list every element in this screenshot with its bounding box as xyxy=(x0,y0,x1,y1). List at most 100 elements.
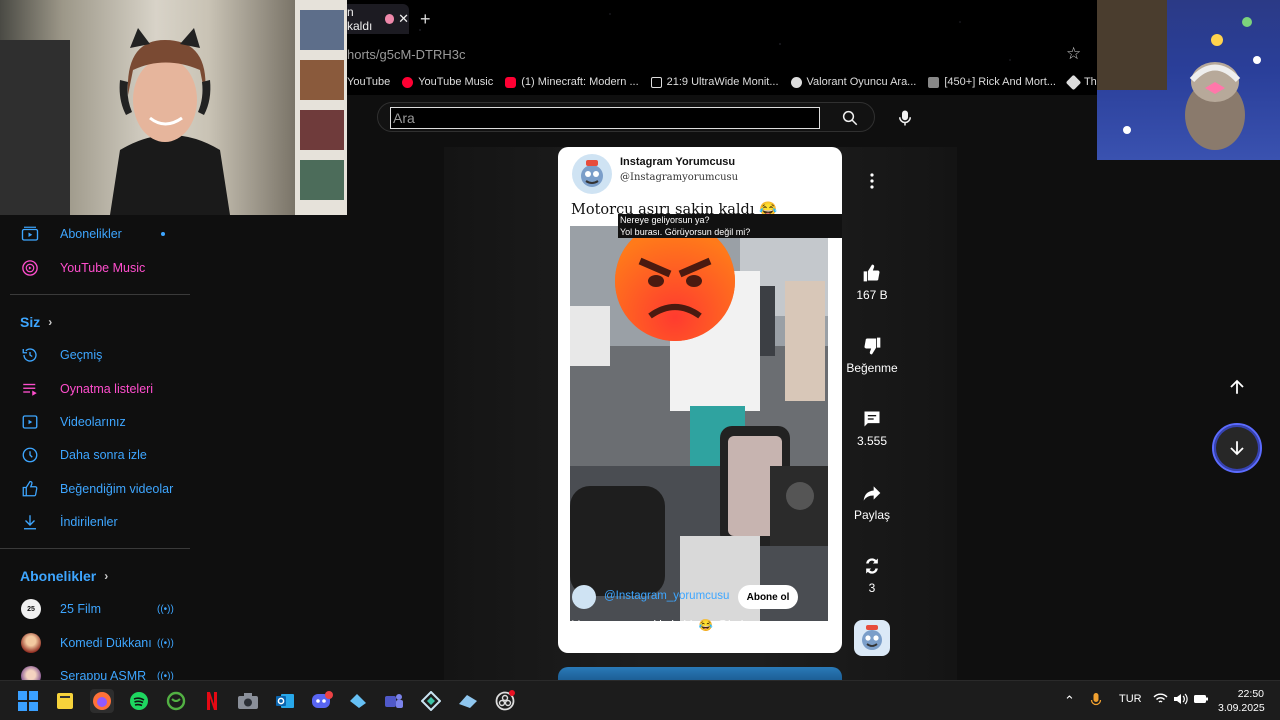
section-title: Siz xyxy=(20,314,41,330)
language-indicator[interactable]: TUR xyxy=(1119,693,1142,705)
watch-later-icon xyxy=(21,446,39,464)
bookmark-label: [450+] Rick And Mort... xyxy=(944,76,1056,88)
sidebar-item-watch-later[interactable]: Daha sonra izle xyxy=(0,438,190,472)
channel-name: Komedi Dükkanı xyxy=(60,636,152,650)
spotify-icon[interactable] xyxy=(127,689,151,713)
obs-icon[interactable] xyxy=(493,689,517,713)
channel-item[interactable]: Serappu ASMR ((•)) xyxy=(0,659,190,680)
outlook-icon[interactable] xyxy=(273,689,297,713)
remix-button[interactable]: 3 xyxy=(846,551,898,595)
your-videos-icon xyxy=(21,413,39,431)
sidebar-section-subscriptions[interactable]: Abonelikler › xyxy=(20,568,108,584)
sidebar-item-label: YouTube Music xyxy=(60,261,146,275)
chevron-right-icon: › xyxy=(48,315,53,329)
live-icon: ((•)) xyxy=(157,637,174,649)
bookmark-label: 21:9 UltraWide Monit... xyxy=(666,76,779,88)
sidebar-item-downloads[interactable]: İndirilenler xyxy=(0,505,190,539)
bookmark-item[interactable]: The best Chat xyxy=(1065,74,1097,90)
dislike-button[interactable]: Beğenme xyxy=(846,331,898,375)
wifi-icon[interactable] xyxy=(1153,693,1168,708)
thumbs-up-icon xyxy=(852,258,892,288)
subscribe-button[interactable]: Abone ol xyxy=(738,585,798,609)
teams-icon[interactable] xyxy=(382,689,406,713)
bookmark-item[interactable]: Valorant Oyuncu Ara... xyxy=(790,76,916,88)
sidebar-item-label: Beğendiğim videolar xyxy=(60,482,174,496)
chatgpt-icon xyxy=(1065,74,1082,90)
previous-short-button[interactable] xyxy=(1220,370,1254,404)
search-button[interactable] xyxy=(833,106,867,130)
overlay-channel-handle[interactable]: @Instagram_yorumcusu xyxy=(604,590,729,602)
short-video-frame[interactable] xyxy=(570,226,828,621)
battery-icon[interactable] xyxy=(1193,693,1209,708)
next-short-preview[interactable] xyxy=(558,667,842,680)
search-bar xyxy=(377,102,875,132)
sidebar-section-you[interactable]: Siz › xyxy=(20,314,52,330)
search-icon xyxy=(842,110,858,126)
page-icon xyxy=(928,76,940,88)
channel-name: Instagram Yorumcusu xyxy=(620,156,736,168)
bookmark-item[interactable]: YouTube Music xyxy=(402,76,493,88)
sidebar-item-history[interactable]: Geçmiş xyxy=(0,338,190,372)
new-content-dot xyxy=(161,232,165,236)
new-tab-button[interactable]: + xyxy=(420,9,431,30)
like-button[interactable]: 167 B xyxy=(846,258,898,302)
share-icon xyxy=(852,478,892,508)
taskbar: ⌃ TUR 22:50 3.09.2025 xyxy=(0,680,1280,720)
channel-avatar[interactable] xyxy=(572,154,612,194)
microphone-icon[interactable] xyxy=(1090,693,1102,710)
bookmark-item[interactable]: 21:9 UltraWide Monit... xyxy=(650,76,779,88)
channel-item[interactable]: Komedi Dükkanı ((•)) xyxy=(0,626,190,660)
firefox-icon[interactable] xyxy=(90,689,114,713)
channel-avatar xyxy=(21,666,41,680)
address-bar[interactable]: horts/g5cM-DTRH3c xyxy=(347,40,1097,68)
live-icon: ((•)) xyxy=(157,670,174,681)
sticky-notes-icon[interactable] xyxy=(53,689,77,713)
remix-icon xyxy=(852,551,892,581)
monitor-site-icon xyxy=(650,76,662,88)
youtube-icon xyxy=(505,76,517,88)
xbox-icon[interactable] xyxy=(164,689,188,713)
short-video-card[interactable]: Instagram Yorumcusu @Instagramyorumcusu … xyxy=(558,147,842,653)
tab-close-icon[interactable]: ✕ xyxy=(398,11,409,27)
channel-item[interactable]: 25 25 Film ((•)) xyxy=(0,592,190,626)
subtitle-line: Yol burası. Görüyorsun değil mi? xyxy=(620,227,751,237)
video-subtitle: Nereye geliyorsun ya? Yol burası. Görüyo… xyxy=(618,214,842,238)
overlay-channel-avatar[interactable] xyxy=(572,585,596,609)
channel-name: Serappu ASMR xyxy=(60,669,147,680)
tray-overflow-icon[interactable]: ⌃ xyxy=(1064,693,1075,709)
arrow-up-icon xyxy=(1230,379,1244,394)
more-options-button[interactable] xyxy=(860,168,884,194)
sidebar-item-liked-videos[interactable]: Beğendiğim videolar xyxy=(0,472,190,506)
sidebar-item-label: İndirilenler xyxy=(60,515,118,529)
steam-icon[interactable] xyxy=(346,689,370,713)
netflix-icon[interactable] xyxy=(200,689,224,713)
sidebar-item-your-videos[interactable]: Videolarınız xyxy=(0,405,190,439)
sidebar-item-subscriptions[interactable]: Abonelikler xyxy=(0,217,190,251)
sidebar-item-playlists[interactable]: Oynatma listeleri xyxy=(0,372,190,406)
bookmark-item[interactable]: [450+] Rick And Mort... xyxy=(928,76,1056,88)
bookmark-item[interactable]: (1) Minecraft: Modern ... xyxy=(505,76,639,88)
short-caption: Motorcu aşırı sakin kaldı 😂 @bahawave xyxy=(571,620,781,632)
share-button[interactable]: Paylaş xyxy=(846,478,898,522)
sidebar-item-youtube-music[interactable]: YouTube Music xyxy=(0,251,190,285)
sound-thumbnail[interactable] xyxy=(854,620,890,656)
camera-icon[interactable] xyxy=(236,689,260,713)
voice-search-button[interactable] xyxy=(889,103,921,133)
discord-icon[interactable] xyxy=(310,689,334,713)
subscriptions-icon xyxy=(21,225,39,243)
more-vertical-icon xyxy=(870,173,874,189)
bookmark-item[interactable]: YouTube xyxy=(347,76,390,88)
vpn-icon[interactable] xyxy=(419,689,443,713)
steam-alt-icon[interactable] xyxy=(456,689,480,713)
sidebar-divider xyxy=(10,294,190,295)
comments-button[interactable]: 3.555 xyxy=(846,404,898,448)
volume-icon[interactable] xyxy=(1173,693,1188,708)
system-clock[interactable]: 22:50 3.09.2025 xyxy=(1218,687,1265,715)
windows-start-icon[interactable] xyxy=(16,689,40,713)
next-short-button[interactable] xyxy=(1212,423,1262,473)
bookmark-star-icon[interactable]: ☆ xyxy=(1066,44,1081,64)
channel-avatar xyxy=(21,633,41,653)
search-input[interactable] xyxy=(390,107,820,129)
browser-tab[interactable]: n kaldı ✕ xyxy=(347,4,409,34)
clock-date: 3.09.2025 xyxy=(1218,702,1265,714)
